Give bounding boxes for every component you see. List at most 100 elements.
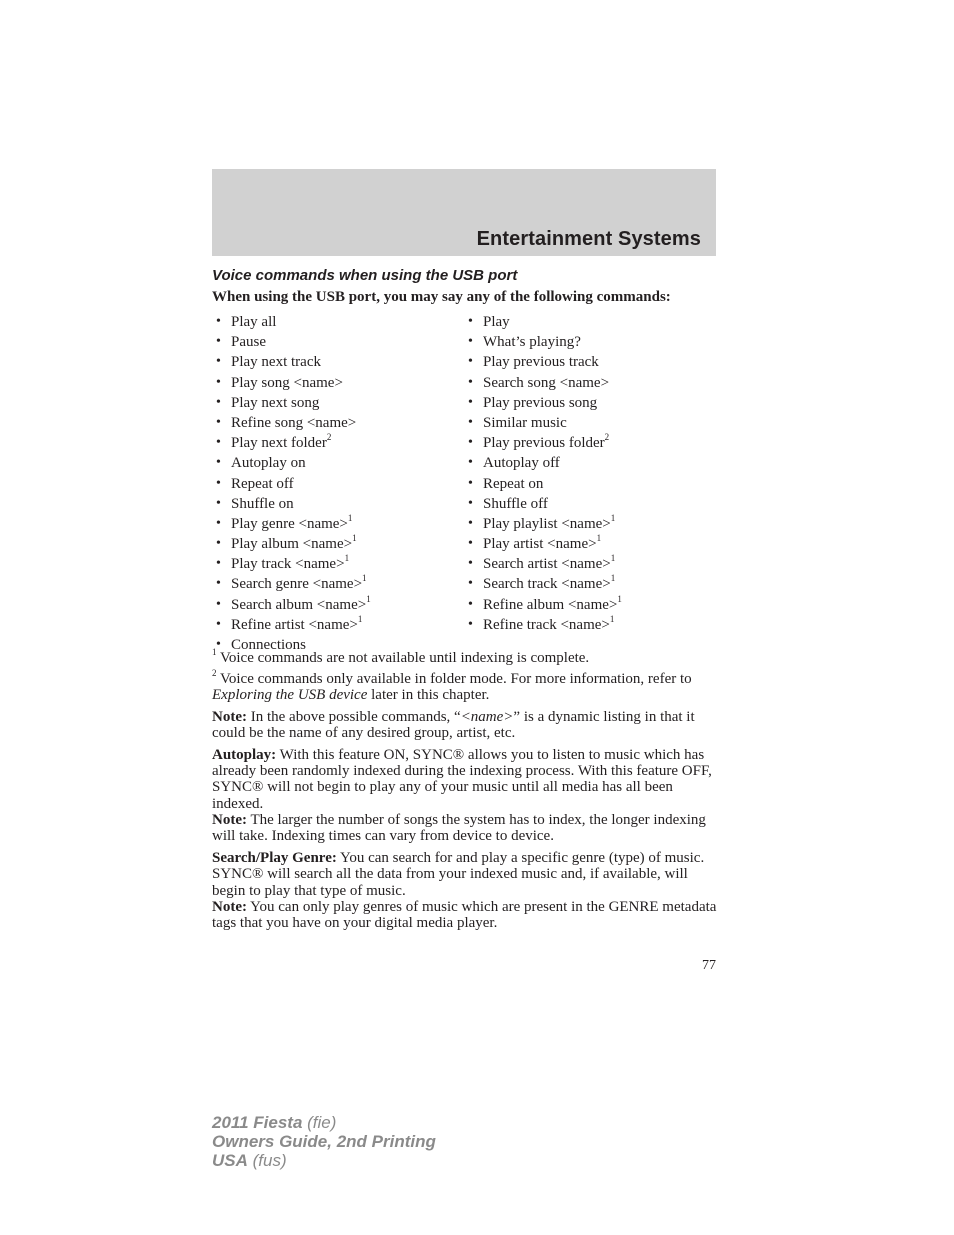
command-text: Search album <name> — [231, 596, 367, 613]
bullet-icon: • — [216, 374, 221, 390]
command-item: • Play previous track — [464, 352, 622, 372]
command-item: • Search genre <name>1 — [212, 574, 371, 594]
command-item: • Play genre <name>1 — [212, 513, 371, 534]
bullet-icon: • — [216, 495, 221, 511]
command-item: • Play artist <name>1 — [464, 534, 622, 554]
command-item: • Pause — [212, 332, 371, 352]
footer-line-market: USA (fus) — [212, 1151, 436, 1170]
bullet-icon: • — [468, 334, 473, 350]
command-item: • Shuffle on — [212, 494, 371, 514]
bullet-icon: • — [216, 576, 221, 592]
bullet-icon: • — [216, 455, 221, 471]
bullet-icon: • — [468, 556, 473, 572]
command-text: Repeat on — [483, 475, 544, 492]
bullet-icon: • — [468, 354, 473, 370]
note-label: Note: — [212, 811, 247, 828]
command-text: Play previous song — [483, 394, 598, 411]
command-text: Repeat off — [231, 475, 294, 492]
bullet-icon: • — [468, 314, 473, 329]
footnote-marker: 2 — [212, 668, 217, 679]
command-item: • Autoplay on — [212, 453, 371, 473]
footnote-reference: 1 — [362, 573, 367, 584]
command-text: Refine track <name> — [483, 616, 610, 633]
section-intro: When using the USB port, you may say any… — [212, 289, 671, 305]
command-text: Pause — [231, 334, 266, 351]
command-item: • What’s playing? — [464, 332, 622, 352]
footnote-reference: 2 — [604, 432, 610, 443]
bullet-icon: • — [468, 374, 473, 390]
command-item: • Play previous folder2 — [464, 433, 622, 453]
chapter-header-bar: Entertainment Systems — [212, 169, 716, 256]
command-item: • Refine song <name> — [212, 413, 371, 433]
bullet-icon: • — [468, 475, 473, 491]
bullet-icon: • — [216, 556, 221, 572]
bullet-icon: • — [216, 475, 221, 491]
command-text: Search track <name> — [483, 576, 611, 593]
command-text: Play — [483, 314, 510, 330]
bullet-icon: • — [216, 394, 221, 410]
footnote-reference: 1 — [610, 553, 616, 564]
footnote-reference: 1 — [610, 573, 616, 584]
footnote-marker: 1 — [212, 647, 217, 657]
bullet-icon: • — [216, 414, 221, 430]
bullet-icon: • — [216, 354, 221, 370]
command-text: Play album <name> — [231, 536, 353, 553]
command-item: • Search artist <name>1 — [464, 554, 622, 574]
voice-commands-list: • Play all • Pause • Play next track • Play son… — [212, 312, 718, 653]
command-item: • Search track <name>1 — [464, 574, 622, 594]
bullet-icon: • — [468, 596, 473, 612]
command-item: • Play — [464, 312, 622, 332]
page-content: Voice commands when using the USB port W… — [212, 266, 718, 931]
command-item: • Refine artist <name>1 — [212, 613, 371, 635]
footnote-reference: 1 — [357, 613, 363, 624]
command-text: Search song <name> — [483, 374, 610, 391]
footnote-reference: 2 — [326, 432, 332, 443]
footnote-reference: 1 — [344, 553, 350, 564]
command-item: • Search album <name>1 — [212, 594, 371, 615]
footer-line-model: 2011 Fiesta (fie) — [212, 1113, 436, 1132]
footnote-2: 2 Voice commands only available in folde… — [212, 668, 718, 704]
command-text: Shuffle off — [483, 495, 548, 512]
footnote-reference: 1 — [617, 593, 622, 604]
command-item: • Play track <name>1 — [212, 554, 371, 574]
command-item: • Play album <name>1 — [212, 534, 371, 554]
command-text: Play track <name> — [231, 556, 345, 573]
command-text: Play previous track — [483, 354, 599, 371]
command-text: Play playlist <name> — [483, 515, 611, 532]
note-name-listing: Note: In the above possible commands, “<… — [212, 709, 718, 741]
footer-guide: Owners Guide, 2nd Printing — [212, 1132, 436, 1151]
note-text: In the above possible commands, “ — [246, 708, 461, 725]
command-text: Play next track — [231, 354, 321, 371]
bullet-icon: • — [216, 596, 221, 612]
footnote-reference: 1 — [609, 613, 615, 624]
command-item: • Play next song — [212, 393, 371, 413]
commands-left-column: • Play all • Pause • Play next track • Play son… — [212, 312, 371, 655]
footnote-reference: 1 — [596, 533, 602, 544]
command-text: Autoplay off — [483, 455, 560, 472]
footnote-reference: 1 — [352, 533, 357, 544]
bullet-icon: • — [468, 576, 473, 592]
command-text: Shuffle on — [231, 495, 294, 512]
command-item: • Shuffle off — [464, 494, 622, 514]
command-item: • Repeat on — [464, 474, 622, 494]
command-text: Search genre <name> — [231, 576, 363, 593]
command-text: Connections — [231, 637, 306, 653]
footnote-text: Voice commands only available in folder … — [216, 671, 692, 688]
command-item: • Play previous song — [464, 393, 622, 413]
command-item: • Refine album <name>1 — [464, 593, 622, 615]
command-item: • Play all — [212, 312, 371, 332]
bullet-icon: • — [468, 455, 473, 471]
command-item: • Similar music — [464, 413, 622, 433]
name-placeholder: <name> — [460, 708, 514, 725]
command-item: • Play playlist <name>1 — [464, 513, 622, 534]
command-item: • Play song <name> — [212, 373, 371, 393]
command-text: Play all — [231, 314, 277, 330]
note-label: Note: — [212, 898, 247, 915]
command-item: • Autoplay off — [464, 453, 622, 473]
chapter-title: Entertainment Systems — [476, 228, 701, 250]
footer-market-code: (fus) — [247, 1151, 287, 1170]
command-text: Play next folder — [231, 435, 327, 452]
command-item: • Connections — [212, 635, 371, 655]
note-label: Note: — [212, 708, 247, 725]
bullet-icon: • — [468, 394, 473, 410]
